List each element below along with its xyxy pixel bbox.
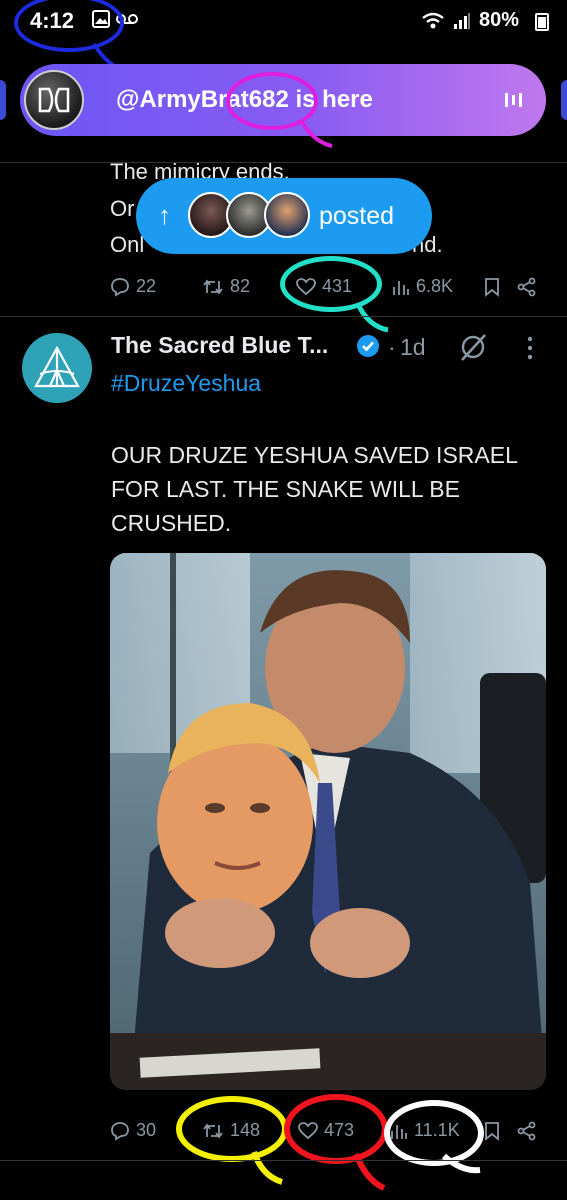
previous-tweet-line3: Onl [110, 232, 145, 257]
reply-count: 30 [136, 1120, 157, 1140]
wifi-icon [422, 12, 444, 28]
banner-edge-left [0, 80, 6, 120]
bookmark-icon[interactable] [484, 1121, 500, 1141]
more-icon[interactable] [526, 336, 534, 360]
verified-badge-icon [357, 335, 379, 357]
battery-icon [535, 13, 549, 31]
views-button[interactable]: 6.8K [392, 276, 453, 297]
tweet-time[interactable]: 1d [400, 334, 426, 361]
signal-icon [453, 12, 470, 29]
previous-tweet-line2: Or [110, 196, 135, 221]
time-separator: · [388, 334, 396, 360]
battery-percent: 80% [478, 9, 519, 31]
banner-edge-right [561, 80, 567, 120]
views-icon [393, 280, 409, 295]
reply-button[interactable]: 22 [110, 276, 156, 297]
tweet-photo [110, 553, 546, 1090]
tweet-body: OUR DRUZE YESHUA SAVED ISRAEL FOR LAST. … [111, 442, 518, 536]
new-posts-pill[interactable]: ↑ posted [136, 178, 432, 254]
repost-count: 82 [230, 276, 251, 296]
marker-tail-magenta [300, 120, 333, 148]
marker-tail-red [353, 1152, 386, 1191]
status-right: 80% [421, 9, 519, 32]
divider [0, 1160, 567, 1161]
author-name[interactable]: The Sacred Blue T... [111, 332, 328, 359]
bookmark-icon[interactable] [484, 277, 500, 297]
spaces-host-avatar[interactable] [24, 70, 84, 130]
grok-icon[interactable] [458, 332, 488, 362]
pill-avatar-3 [264, 192, 310, 238]
repost-icon [203, 279, 223, 294]
views-count: 6.8K [416, 276, 454, 296]
logo-icon [38, 87, 70, 113]
marker-tail-white [442, 1153, 481, 1174]
share-icon[interactable] [517, 1121, 537, 1141]
reply-count: 22 [136, 276, 157, 296]
reply-button[interactable]: 30 [110, 1120, 156, 1141]
divider [0, 316, 567, 317]
tweet-image[interactable] [110, 553, 546, 1090]
audio-bars-icon [505, 93, 522, 107]
reply-icon [111, 1121, 129, 1141]
share-icon[interactable] [517, 277, 537, 297]
arrow-up-icon: ↑ [158, 200, 171, 230]
tent-icon [34, 346, 80, 388]
marker-tail-cyan [355, 302, 389, 333]
marker-tail-yellow [251, 1150, 284, 1185]
author-avatar[interactable] [22, 333, 92, 403]
reply-icon [111, 277, 129, 297]
new-posts-label: posted [319, 202, 395, 230]
repost-button[interactable]: 82 [202, 276, 250, 297]
hashtag-link[interactable]: #DruzeYeshua [111, 370, 261, 397]
